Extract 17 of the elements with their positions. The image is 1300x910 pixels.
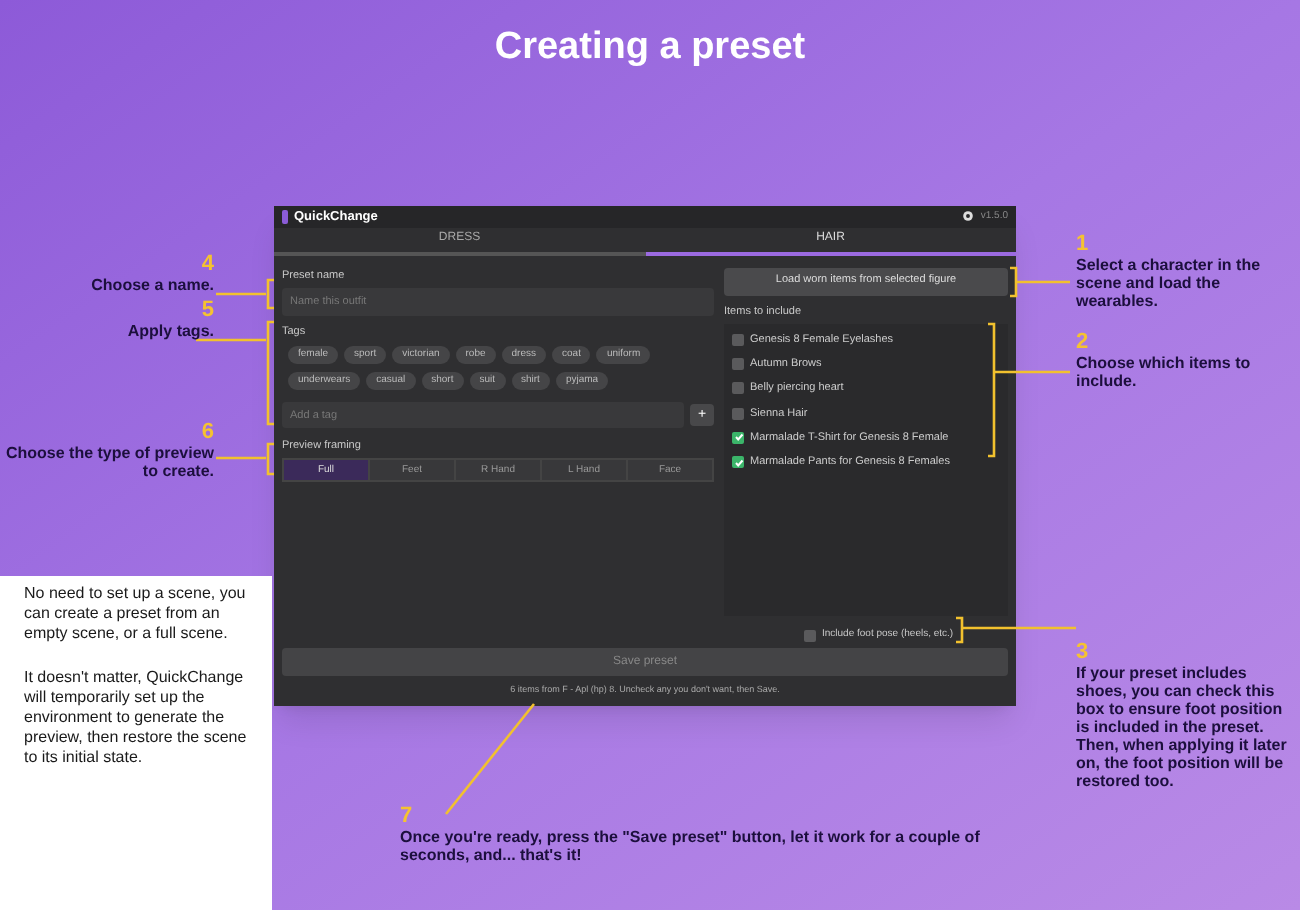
callout-text: Once you're ready, press the "Save preset" button, let it work for a couple of seconds, and... that's it!	[400, 828, 982, 864]
page-heading: Creating a preset	[494, 24, 806, 72]
step-number: 7	[400, 804, 413, 828]
callout-text: If your preset includes shoes, you can check this box to ensure foot position is included in the preset. Then, when applying it later on, the foot position will be restored too.	[1076, 664, 1289, 790]
callout-text: Apply tags.	[127, 322, 214, 340]
note-text: No need to set up a scene, you can create a preset from an empty scene, or a full scene.	[24, 584, 248, 644]
callout-text: Choose a name.	[91, 276, 214, 294]
step-number: 1	[1076, 232, 1089, 256]
callout-text: Select a character in the scene and load the wearables.	[1076, 256, 1263, 310]
callout-text: Choose the type of preview to create.	[3, 444, 214, 480]
step-number: 4	[201, 252, 214, 276]
note-text: It doesn't matter, QuickChange will temporarily set up the environment to generate the preview, then restore the scene to its initial state.	[24, 668, 248, 768]
step-number: 2	[1076, 330, 1089, 354]
step-number: 6	[201, 420, 214, 444]
step-number: 3	[1076, 640, 1089, 664]
step-number: 5	[201, 298, 214, 322]
callout-text: Choose which items to include.	[1076, 354, 1253, 390]
